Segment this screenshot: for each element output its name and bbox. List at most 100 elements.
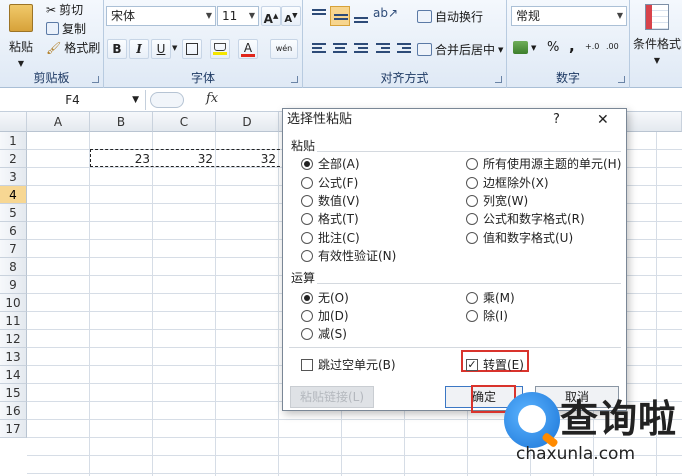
dialog-launcher-icon[interactable] (92, 76, 99, 83)
dialog-launcher-icon[interactable] (291, 76, 298, 83)
phonetic-icon: wén (275, 44, 293, 53)
row-header[interactable]: 2 (0, 150, 27, 168)
fill-color-button[interactable] (210, 39, 230, 59)
operation-divide[interactable]: 除(I) (466, 307, 508, 324)
font-group: 宋体 ▼ 11 ▼ A▲ A▼ B I U ▼ A wén 字体 (104, 0, 303, 88)
paste-option-formulas[interactable]: 公式(F) (301, 174, 358, 191)
accounting-format-button[interactable]: ▼ (513, 41, 536, 54)
row-header[interactable]: 6 (0, 222, 27, 240)
paste-option-comments[interactable]: 批注(C) (301, 229, 360, 246)
paste-option-formats[interactable]: 格式(T) (301, 210, 359, 227)
align-bottom-button[interactable] (351, 6, 371, 26)
underline-button[interactable]: U (151, 39, 171, 59)
row-header[interactable]: 8 (0, 258, 27, 276)
radio-icon (301, 194, 313, 207)
paste-special-dialog: 选择性粘贴 ? ✕ 粘贴 全部(A) 公式(F) 数值(V) 格式(T) 批注(… (282, 108, 627, 413)
conditional-format-label: 条件格式 (632, 37, 681, 51)
row-header[interactable]: 5 (0, 204, 27, 222)
radio-icon (301, 327, 313, 340)
format-painter-button[interactable]: 🖌 格式刷 (46, 39, 100, 56)
align-top-button[interactable] (309, 6, 329, 26)
wrap-text-button[interactable]: 自动换行 (417, 8, 483, 25)
divider (289, 347, 621, 348)
paste-link-button[interactable]: 粘贴链接(L) (290, 386, 374, 408)
cut-button[interactable]: ✂ 剪切 (46, 1, 83, 18)
paste-option-all[interactable]: 全部(A) (301, 155, 360, 172)
row-header[interactable]: 9 (0, 276, 27, 294)
font-color-button[interactable]: A (238, 39, 258, 59)
font-name-select[interactable]: 宋体 ▼ (106, 6, 216, 26)
orientation-button[interactable]: ab↗ (373, 6, 401, 26)
align-left-button[interactable] (309, 39, 329, 59)
italic-button[interactable]: I (129, 39, 149, 59)
paste-option-no-borders[interactable]: 边框除外(X) (466, 174, 549, 191)
dialog-launcher-icon[interactable] (618, 76, 625, 83)
name-box[interactable]: F4 ▼ (0, 90, 146, 110)
operation-add[interactable]: 加(D) (301, 307, 349, 324)
row-header[interactable]: 11 (0, 312, 27, 330)
paste-option-values-numbers[interactable]: 值和数字格式(U) (466, 229, 573, 246)
row-header[interactable]: 17 (0, 420, 27, 438)
row-header[interactable]: 12 (0, 330, 27, 348)
paste-option-source-theme[interactable]: 所有使用源主题的单元(H) (466, 155, 621, 172)
increase-indent-button[interactable] (394, 39, 414, 59)
paste-option-formulas-numbers[interactable]: 公式和数字格式(R) (466, 210, 585, 227)
row-header[interactable]: 4 (0, 186, 27, 204)
decrease-decimal-button[interactable]: .00 (606, 42, 619, 51)
paintbrush-icon: 🖌 (46, 40, 62, 55)
conditional-format-button[interactable]: 条件格式 ▼ (632, 2, 682, 65)
grow-font-button[interactable]: A▲ (261, 6, 281, 26)
column-header[interactable]: A (27, 112, 90, 132)
chevron-down-icon[interactable]: ▼ (172, 44, 177, 52)
operation-multiply[interactable]: 乘(M) (466, 289, 515, 306)
formula-bar-splitter[interactable] (150, 92, 184, 108)
select-all-corner[interactable] (0, 112, 27, 132)
operation-none[interactable]: 无(O) (301, 289, 349, 306)
alignment-group: ab↗ 自动换行 合并后居中 ▼ 对齐方式 (303, 0, 507, 88)
font-size-select[interactable]: 11 ▼ (217, 6, 259, 26)
row-header[interactable]: 3 (0, 168, 27, 186)
paste-option-values[interactable]: 数值(V) (301, 192, 360, 209)
dialog-launcher-icon[interactable] (495, 76, 502, 83)
row-header[interactable]: 1 (0, 132, 27, 150)
chevron-down-icon: ▼ (498, 45, 504, 54)
row-header[interactable]: 14 (0, 366, 27, 384)
paste-option-column-widths[interactable]: 列宽(W) (466, 192, 528, 209)
copy-button[interactable]: 复制 (46, 20, 86, 37)
column-header[interactable]: C (153, 112, 216, 132)
skip-blanks-checkbox[interactable]: 跳过空单元(B) (301, 356, 396, 373)
close-icon[interactable]: ✕ (597, 109, 609, 131)
operation-subtract[interactable]: 减(S) (301, 325, 347, 342)
column-header[interactable]: B (90, 112, 153, 132)
row-header[interactable]: 13 (0, 348, 27, 366)
percent-button[interactable]: % (547, 40, 559, 55)
row-header[interactable]: 16 (0, 402, 27, 420)
row-header[interactable]: 15 (0, 384, 27, 402)
align-middle-button[interactable] (330, 6, 350, 26)
chevron-down-icon[interactable]: ▼ (132, 90, 139, 110)
paste-option-validation[interactable]: 有效性验证(N) (301, 247, 396, 264)
decrease-indent-button[interactable] (373, 39, 393, 59)
border-button[interactable] (182, 39, 202, 59)
comma-style-button[interactable]: , (569, 37, 575, 55)
phonetic-button[interactable]: wén (270, 39, 298, 59)
paste-button[interactable]: 粘贴 ▼ (4, 2, 38, 68)
checkmark-icon: ✓ (466, 357, 478, 371)
help-icon[interactable]: ? (553, 109, 560, 131)
paste-section-label: 粘贴 (291, 139, 316, 153)
increase-decimal-button[interactable]: +.0 (585, 42, 599, 51)
merge-center-button[interactable]: 合并后居中 ▼ (417, 41, 503, 58)
align-right-button[interactable] (351, 39, 371, 59)
radio-icon (301, 212, 313, 225)
align-center-button[interactable] (330, 39, 350, 59)
row-header[interactable]: 7 (0, 240, 27, 258)
radio-icon (466, 291, 478, 304)
shrink-font-button[interactable]: A▼ (281, 6, 301, 26)
transpose-checkbox[interactable]: ✓ 转置(E) (466, 356, 524, 373)
bold-button[interactable]: B (107, 39, 127, 59)
radio-icon (301, 157, 313, 170)
column-header[interactable]: D (216, 112, 279, 132)
insert-function-icon[interactable]: fx (206, 91, 218, 106)
row-header[interactable]: 10 (0, 294, 27, 312)
number-format-select[interactable]: 常规 ▼ (511, 6, 627, 26)
